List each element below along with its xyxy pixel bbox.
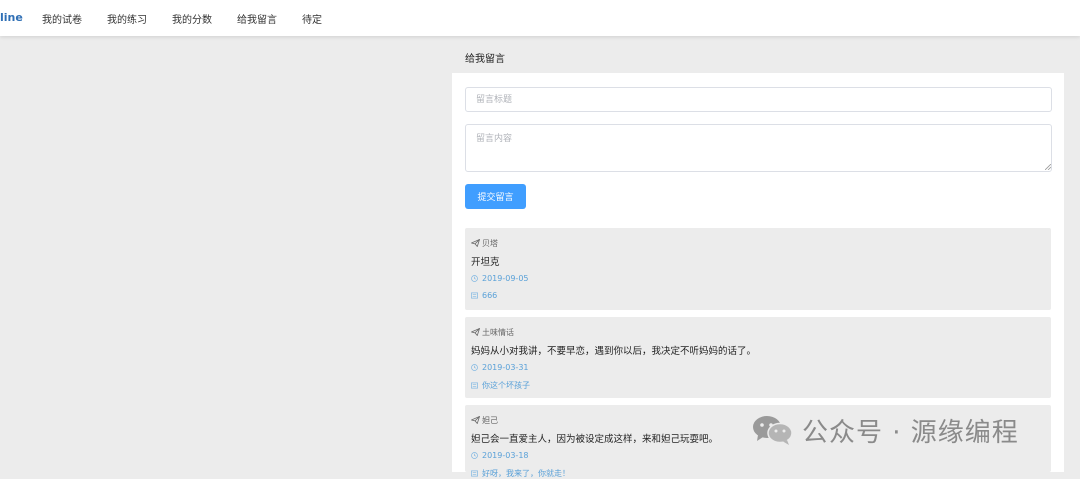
message-date-text: 2019-03-18	[482, 451, 529, 460]
brand-logo[interactable]: line	[0, 11, 23, 24]
message-date: 2019-09-05	[471, 274, 529, 283]
message-date: 2019-03-31	[471, 363, 529, 372]
message-author-name: 妲己	[482, 416, 498, 425]
message-content-textarea[interactable]	[465, 124, 1052, 172]
nav-item-my-practice[interactable]: 我的练习	[107, 11, 147, 26]
clock-icon	[471, 364, 478, 371]
message-author-name: 土味情话	[482, 328, 514, 337]
paper-plane-icon	[471, 239, 480, 247]
top-nav-bar: line 我的试卷 我的练习 我的分数 给我留言 待定	[0, 0, 1080, 36]
nav-item-pending[interactable]: 待定	[302, 11, 322, 26]
message-icon	[471, 382, 478, 389]
clock-icon	[471, 452, 478, 459]
submit-message-button[interactable]: 提交留言	[465, 184, 526, 209]
message-icon	[471, 470, 478, 477]
message-icon	[471, 292, 478, 299]
message-title: 开坦克	[471, 257, 500, 268]
message-title: 妲己会一直爱主人，因为被设定成这样，来和妲己玩耍吧。	[471, 434, 719, 445]
message-author-name: 贝塔	[482, 239, 498, 248]
message-date-text: 2019-03-31	[482, 363, 529, 372]
message-card: 土味情话 妈妈从小对我讲，不要早恋，遇到你以后，我决定不听妈妈的话了。 2019…	[465, 317, 1051, 398]
message-reply: 好呀，我来了，你就走！	[471, 468, 570, 479]
resize-handle-icon[interactable]	[1045, 164, 1051, 170]
page-title: 给我留言	[465, 54, 505, 65]
nav-item-my-scores[interactable]: 我的分数	[172, 11, 212, 26]
message-date-text: 2019-09-05	[482, 274, 529, 283]
nav-item-leave-message[interactable]: 给我留言	[237, 11, 277, 26]
message-reply-text: 好呀，我来了，你就走！	[482, 469, 570, 478]
paper-plane-icon	[471, 416, 480, 424]
message-date: 2019-03-18	[471, 451, 529, 460]
paper-plane-icon	[471, 328, 480, 336]
message-author: 妲己	[471, 415, 498, 426]
message-reply: 你这个坏孩子	[471, 380, 530, 391]
message-reply-text: 666	[482, 291, 498, 300]
message-card: 贝塔 开坦克 2019-09-05 666	[465, 228, 1051, 310]
nav-item-my-papers[interactable]: 我的试卷	[42, 11, 82, 26]
watermark-text: 公众号 · 源缘编程	[802, 418, 1019, 448]
message-reply: 666	[471, 291, 497, 300]
message-author: 贝塔	[471, 238, 498, 249]
wechat-icon	[753, 416, 793, 445]
message-title: 妈妈从小对我讲，不要早恋，遇到你以后，我决定不听妈妈的话了。	[471, 346, 757, 357]
message-reply-text: 你这个坏孩子	[482, 381, 530, 390]
clock-icon	[471, 275, 478, 282]
message-author: 土味情话	[471, 327, 514, 338]
message-title-input[interactable]	[465, 87, 1052, 112]
